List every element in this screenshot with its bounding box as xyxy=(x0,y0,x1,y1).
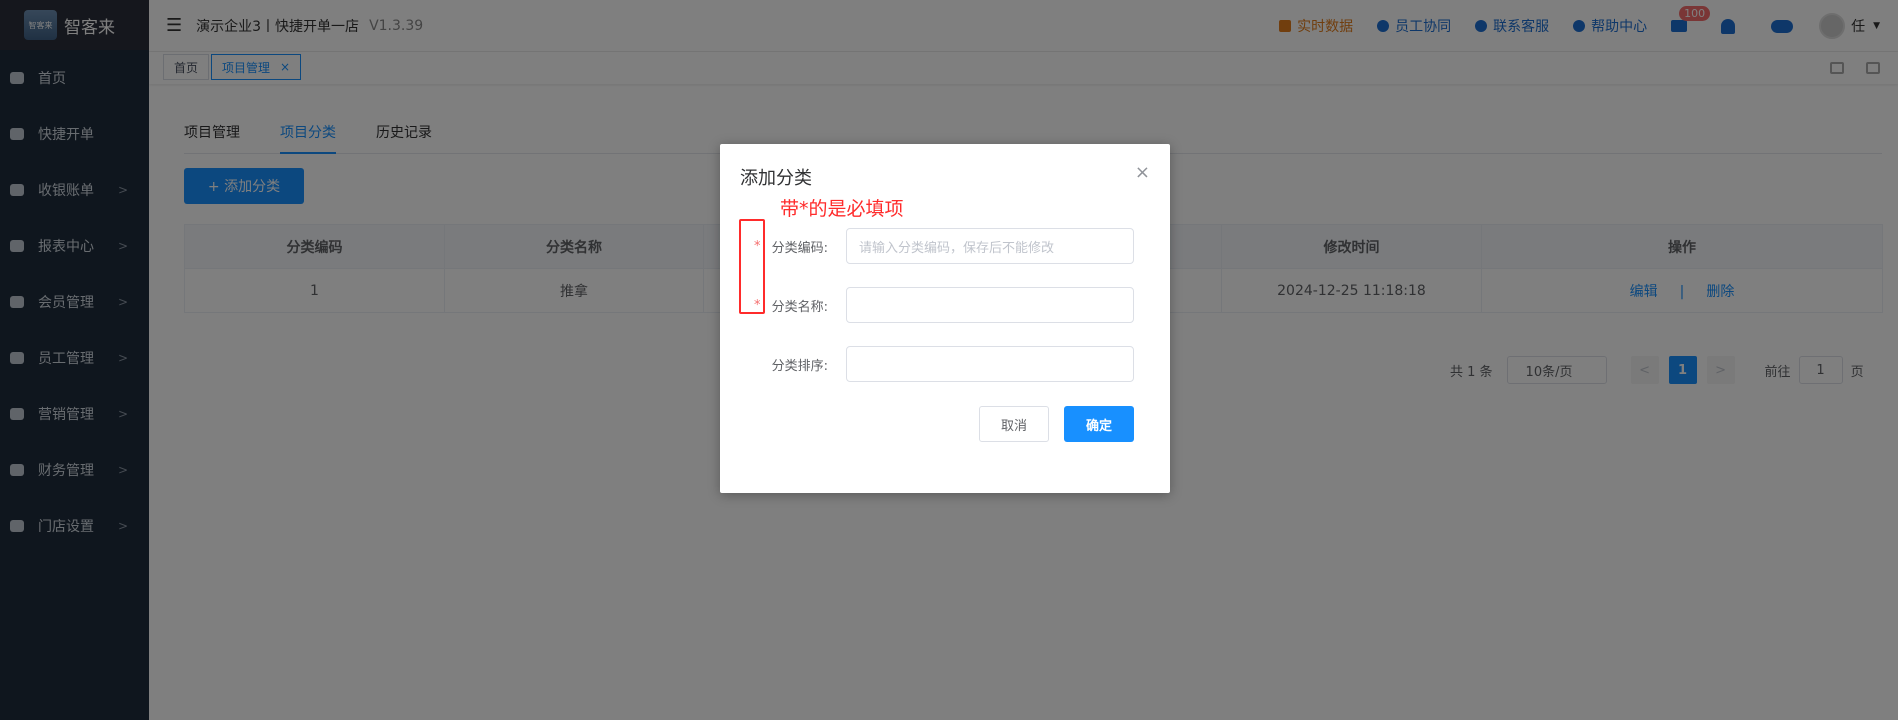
cancel-button[interactable]: 取消 xyxy=(979,406,1049,442)
required-note-annotation: 带*的是必填项 xyxy=(780,198,904,220)
required-star: * xyxy=(754,238,761,254)
field-category-name: * 分类名称: xyxy=(720,287,1170,323)
add-category-dialog: 添加分类 × 带*的是必填项 * 分类编码: 请输入分类编码，保存后不能修改 *… xyxy=(720,144,1170,493)
field-label: 分类名称: xyxy=(771,299,828,315)
category-sort-input[interactable] xyxy=(846,346,1134,382)
field-category-sort: 分类排序: xyxy=(720,346,1170,382)
dialog-title: 添加分类 xyxy=(740,168,812,189)
field-label: 分类排序: xyxy=(771,358,828,374)
category-name-input[interactable] xyxy=(846,287,1134,323)
required-star: * xyxy=(754,297,761,313)
field-label: 分类编码: xyxy=(771,240,828,256)
close-icon[interactable]: × xyxy=(1135,162,1150,183)
category-code-input[interactable]: 请输入分类编码，保存后不能修改 xyxy=(846,228,1134,264)
field-category-code: * 分类编码: 请输入分类编码，保存后不能修改 xyxy=(720,228,1170,264)
confirm-button[interactable]: 确定 xyxy=(1064,406,1134,442)
